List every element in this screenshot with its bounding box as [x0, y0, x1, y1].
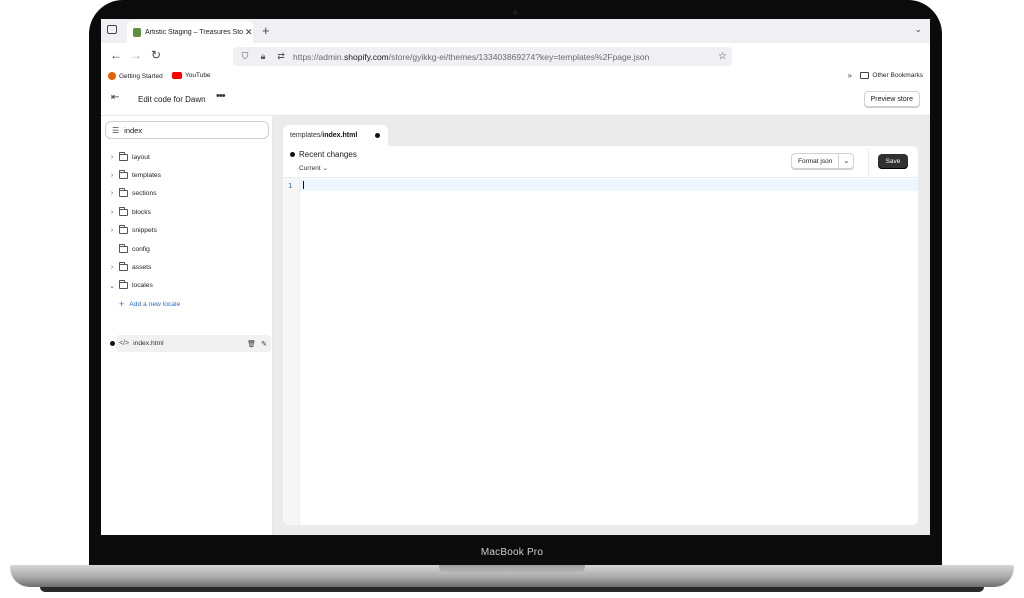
folder-sections[interactable]: › sections: [101, 185, 273, 203]
device-brand-label: MacBook Pro: [480, 547, 544, 558]
folder-icon: [860, 72, 870, 79]
other-bookmarks[interactable]: Other Bookmarks: [860, 72, 923, 79]
bookmarks-bar: Getting Started YouTube » Other Bookmark…: [101, 69, 930, 84]
page-title: Edit code for Dawn: [138, 95, 206, 104]
back-icon[interactable]: ←: [110, 48, 122, 62]
editor-header: Recent changes Current ⌄ Format json ⌄ S…: [283, 146, 918, 178]
folder-config[interactable]: config: [101, 240, 273, 258]
chevron-right-icon: ›: [110, 227, 114, 235]
exit-icon[interactable]: ⇤: [111, 92, 119, 103]
youtube-icon: [172, 72, 182, 79]
laptop-notch: [439, 565, 585, 574]
format-json-button[interactable]: Format json ⌄: [791, 153, 855, 169]
search-value: index: [124, 125, 143, 135]
file-sidebar: ☰ index › layout › templates › sections › bl…: [101, 116, 273, 535]
plus-icon: +: [119, 299, 125, 310]
laptop-foot: [40, 587, 984, 592]
unsaved-dot: [110, 341, 115, 346]
code-file-icon: </>: [119, 340, 130, 347]
folder-snippets[interactable]: › snippets: [101, 222, 273, 240]
divider: [868, 149, 869, 177]
browser-tabbar: Artistic Staging – Treasures Stor ✕ + ⌄: [101, 19, 930, 43]
code-editor: Recent changes Current ⌄ Format json ⌄ S…: [283, 146, 918, 525]
version-select[interactable]: Current ⌄: [299, 164, 328, 172]
tab-title: Artistic Staging – Treasures Stor: [145, 28, 243, 36]
folder-blocks[interactable]: › blocks: [101, 203, 273, 221]
editor-tab[interactable]: templates/index.html: [283, 125, 388, 146]
chevron-right-icon: ›: [110, 208, 114, 216]
file-item-index-html[interactable]: </> index.html 🗑︎ ✎: [116, 335, 271, 352]
line-number: 1: [288, 182, 293, 190]
search-input[interactable]: ☰ index: [105, 121, 269, 139]
preview-store-button[interactable]: Preview store: [863, 91, 920, 107]
recent-changes-label: Recent changes: [299, 150, 357, 159]
reload-icon[interactable]: ↻: [151, 48, 161, 62]
chevron-down-icon[interactable]: ⌄: [839, 157, 853, 165]
bookmark-getting-started[interactable]: Getting Started: [108, 72, 163, 80]
close-tab-icon[interactable]: ✕: [245, 27, 253, 38]
chevron-down-icon[interactable]: ⌄: [914, 24, 922, 35]
folder-assets[interactable]: › assets: [101, 258, 273, 276]
more-actions-icon[interactable]: •••: [216, 90, 226, 102]
folder-layout[interactable]: › layout: [101, 148, 273, 166]
address-bar[interactable]: ⛉ 🔒︎ ⇄ https://admin.shopify.com/store/g…: [233, 47, 732, 66]
pencil-icon[interactable]: ✎: [261, 340, 267, 348]
folder-icon: [119, 188, 128, 198]
folder-templates[interactable]: › templates: [101, 166, 273, 184]
browser-tab[interactable]: Artistic Staging – Treasures Stor ✕: [127, 21, 253, 43]
forward-icon[interactable]: →: [130, 48, 142, 62]
folder-icon: [119, 262, 128, 272]
camera: [513, 10, 518, 15]
active-line[interactable]: [300, 179, 918, 191]
chevron-down-icon: ⌄: [109, 282, 115, 290]
bookmark-star-icon[interactable]: ☆: [718, 51, 727, 62]
new-tab-icon[interactable]: +: [262, 23, 270, 38]
folder-icon: [119, 280, 128, 290]
chevron-right-icon: ›: [110, 264, 114, 272]
chevron-right-icon: ›: [110, 190, 114, 198]
folder-icon: [119, 151, 128, 161]
tab-list-icon[interactable]: [107, 25, 117, 34]
app-header: ⇤ Edit code for Dawn ••• Preview store: [101, 84, 930, 116]
status-dot: [290, 152, 295, 157]
screen: Artistic Staging – Treasures Stor ✕ + ⌄ …: [101, 19, 930, 535]
editor-area: templates/index.html Recent changes Curr…: [273, 116, 930, 535]
unsaved-dot: [375, 133, 380, 138]
filter-icon: ☰: [112, 125, 120, 135]
browser-navbar: ← → ↻ ⛉ 🔒︎ ⇄ https://admin.shopify.com/s…: [101, 43, 930, 69]
firefox-icon: [108, 72, 116, 80]
lock-icon: 🔒︎: [260, 51, 266, 61]
save-button[interactable]: Save: [878, 154, 908, 169]
permissions-icon: ⇄: [277, 51, 285, 61]
folder-icon: [119, 170, 128, 180]
folder-icon: [119, 243, 128, 253]
shield-icon: ⛉: [241, 51, 249, 61]
folder-icon: [119, 206, 128, 216]
line-gutter: [283, 178, 300, 525]
url-text: https://admin.shopify.com/store/gyikkg-e…: [293, 51, 650, 62]
trash-icon[interactable]: 🗑︎: [247, 340, 256, 348]
chevron-right-icon: ›: [110, 153, 114, 161]
add-locale-link[interactable]: + Add a new locale: [101, 295, 273, 313]
bookmark-youtube[interactable]: YouTube: [172, 72, 211, 79]
shopify-favicon-icon: [133, 27, 141, 37]
chevron-right-icon: ›: [110, 172, 114, 180]
text-cursor: [303, 181, 304, 189]
double-chevron-right-icon[interactable]: »: [848, 71, 852, 80]
file-tree: › layout › templates › sections › blocks › sn…: [101, 148, 273, 314]
folder-icon: [119, 225, 128, 235]
folder-locales[interactable]: ⌄ locales: [101, 277, 273, 295]
